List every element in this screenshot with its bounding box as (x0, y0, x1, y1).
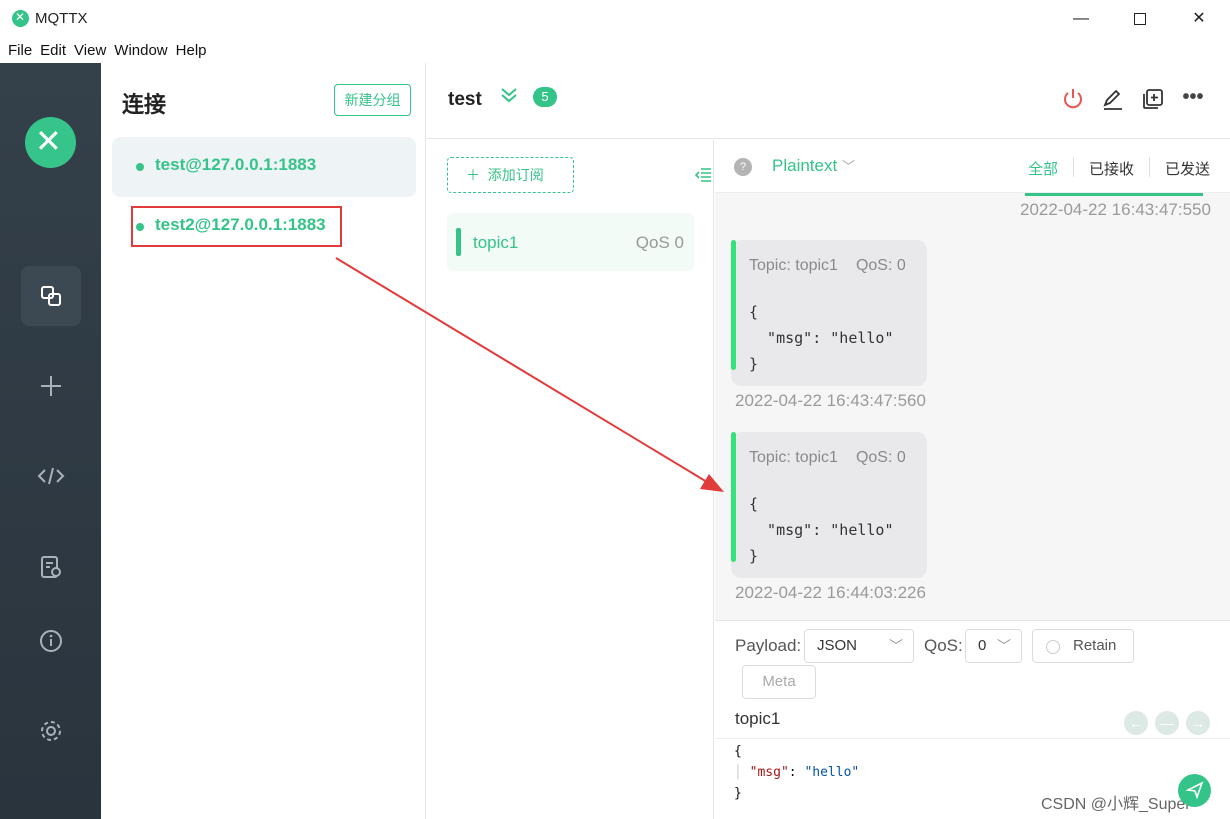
mqttx-logo-icon: ✕ (25, 117, 76, 168)
filter-sent[interactable]: 已发送 (1165, 158, 1210, 179)
qos-label: QoS: (924, 636, 963, 655)
connection-label: test@127.0.0.1:1883 (155, 155, 317, 174)
message-qos: QoS: 0 (855, 257, 906, 274)
chevron-down-icon: ﹀ (997, 638, 1011, 654)
qos-select[interactable]: 0 ﹀ (965, 629, 1022, 663)
menu-view[interactable]: View (66, 40, 106, 62)
status-dot-icon (136, 163, 144, 171)
title-bar: MQTTX — ✕ (0, 0, 1230, 38)
format-value: Plaintext (772, 156, 838, 175)
message-card[interactable]: Topic: topic1 QoS: 0 { "msg": "hello" } (731, 240, 927, 386)
subscriptions-panel: ＋ 添加订阅 topic1 QoS 0 (427, 140, 714, 819)
close-button[interactable]: ✕ (1179, 6, 1219, 32)
subscription-topic: topic1 (473, 233, 519, 252)
message-body: { "msg": "hello" } (749, 303, 894, 373)
more-options-icon[interactable]: ••• (1180, 87, 1206, 113)
disconnect-power-icon[interactable] (1060, 87, 1086, 113)
payload-value: "hello" (804, 765, 860, 780)
maximize-button[interactable] (1120, 6, 1160, 32)
clear-minus-icon[interactable]: — (1155, 711, 1179, 735)
collapse-panel-icon[interactable] (694, 167, 711, 188)
edit-pencil-icon[interactable] (1100, 87, 1126, 113)
send-icon[interactable] (1178, 774, 1211, 807)
filter-all[interactable]: 全部 (1028, 158, 1058, 179)
qos-value: 0 (978, 637, 987, 654)
message-card[interactable]: Topic: topic1 QoS: 0 { "msg": "hello" } (731, 432, 927, 578)
message-time: 2022-04-22 16:43:47:550 (1020, 200, 1211, 219)
connection-name: test (448, 89, 482, 110)
message-color-bar (731, 240, 736, 370)
topic-input[interactable]: topic1 (735, 709, 780, 729)
minimize-button[interactable]: — (1061, 6, 1101, 32)
maximize-icon (1134, 12, 1146, 25)
add-subscription-label: 添加订阅 (487, 167, 544, 183)
message-topic: Topic: topic1 (749, 257, 838, 274)
message-color-bar (731, 432, 736, 562)
connections-title: 连接 (122, 92, 167, 117)
divider (1149, 157, 1150, 177)
subscription-qos: QoS 0 (635, 233, 684, 252)
payload-format-value: JSON (817, 637, 858, 654)
radio-icon (1046, 640, 1060, 654)
message-count-badge: 5 (533, 87, 557, 107)
script-icon[interactable] (21, 446, 81, 506)
connection-header: test 5 ••• (427, 63, 1230, 139)
annotation-highlight-box (131, 206, 342, 247)
connections-panel: 连接 新建分组 test@127.0.0.1:1883 test2@127.0.… (101, 63, 426, 819)
message-time: 2022-04-22 16:43:47:560 (735, 391, 926, 410)
message-toolbar: ? Plaintext ﹀ 全部 已接收 已发送 (715, 140, 1230, 193)
message-pane: 2022-04-22 16:43:47:550 Topic: topic1 QoS… (715, 140, 1230, 620)
previous-arrow-icon[interactable]: ← (1124, 711, 1148, 735)
message-meta: Topic: topic1 QoS: 0 (749, 257, 906, 275)
chevron-down-icon: ﹀ (889, 638, 903, 654)
plus-icon: ＋ (466, 167, 480, 183)
format-select[interactable]: Plaintext ﹀ (772, 156, 855, 176)
payload-format-select[interactable]: JSON ﹀ (804, 629, 914, 663)
chevron-down-icon: ﹀ (841, 159, 855, 174)
watermark: CSDN @小辉_Super (1041, 796, 1191, 813)
subscription-color-bar (456, 228, 461, 256)
settings-gear-icon[interactable] (21, 701, 81, 761)
filter-received[interactable]: 已接收 (1089, 158, 1134, 179)
log-icon[interactable] (21, 537, 81, 597)
menu-bar: File Edit View Window Help (0, 40, 207, 62)
menu-window[interactable]: Window (106, 40, 167, 62)
payload-label: Payload: (735, 636, 802, 655)
help-icon[interactable]: ? (734, 158, 752, 176)
chevron-double-down-icon[interactable] (499, 85, 519, 111)
new-connection-icon[interactable] (21, 356, 81, 416)
message-meta: Topic: topic1 QoS: 0 (749, 449, 906, 467)
menu-file[interactable]: File (0, 40, 32, 62)
menu-help[interactable]: Help (168, 40, 207, 62)
menu-edit[interactable]: Edit (32, 40, 66, 62)
add-subscription-button[interactable]: ＋ 添加订阅 (447, 157, 574, 193)
payload-key: "msg" (749, 765, 789, 780)
new-window-icon[interactable] (1140, 87, 1166, 113)
retain-checkbox[interactable]: Retain (1032, 629, 1134, 663)
subscription-item[interactable]: topic1 QoS 0 (447, 213, 694, 271)
message-topic: Topic: topic1 (749, 449, 838, 466)
previous-message-edge (1025, 193, 1203, 196)
divider (1073, 157, 1074, 177)
new-group-button[interactable]: 新建分组 (334, 84, 411, 116)
connection-item[interactable]: test@127.0.0.1:1883 (112, 137, 416, 197)
retain-label: Retain (1073, 637, 1117, 654)
message-body: { "msg": "hello" } (749, 495, 894, 565)
meta-button[interactable]: Meta (742, 665, 816, 699)
app-title: MQTTX (35, 10, 88, 27)
connections-icon[interactable] (21, 266, 81, 326)
about-icon[interactable] (21, 611, 81, 671)
mqttx-logo-icon (12, 10, 29, 27)
message-time: 2022-04-22 16:44:03:226 (735, 583, 926, 602)
next-arrow-icon[interactable]: → (1186, 711, 1210, 735)
message-qos: QoS: 0 (855, 449, 906, 466)
left-nav: ✕ (0, 63, 101, 819)
